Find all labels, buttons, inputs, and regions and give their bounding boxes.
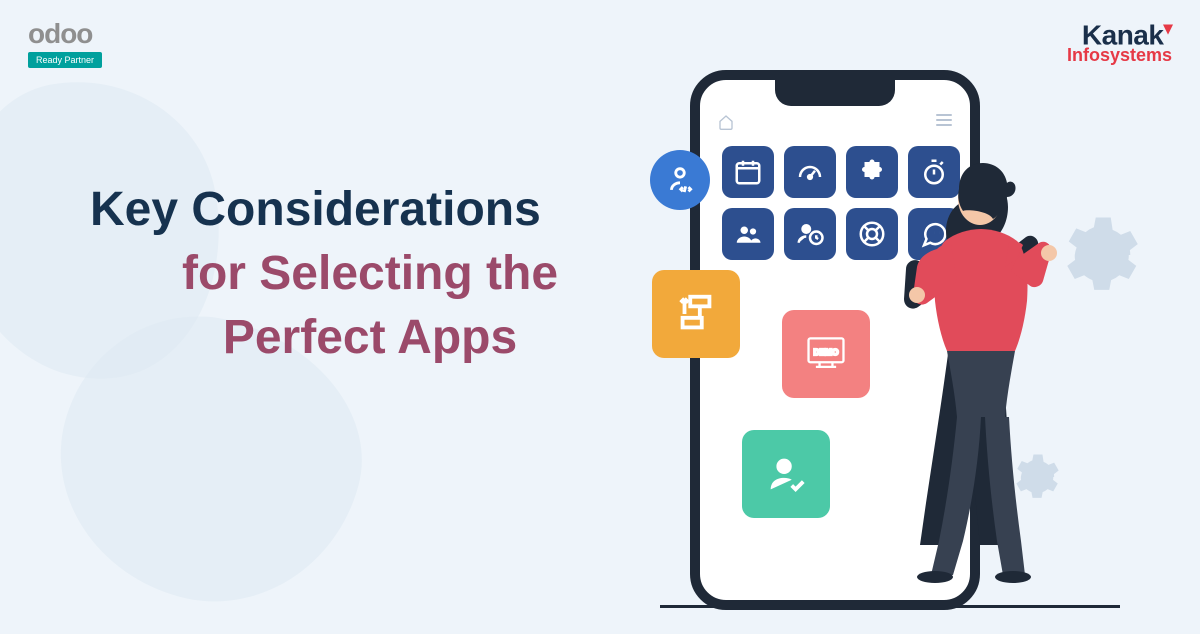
demo-icon: DEMO xyxy=(782,310,870,398)
ready-partner-badge: Ready Partner xyxy=(28,52,102,68)
gauge-icon xyxy=(784,146,836,198)
group-icon xyxy=(722,208,774,260)
home-icon xyxy=(718,114,734,135)
kanak-logo: Kanak▾ Infosystems xyxy=(1067,18,1172,66)
headline-line1: Key Considerations xyxy=(90,180,650,240)
svg-text:DEMO: DEMO xyxy=(814,348,839,357)
flowchart-icon xyxy=(652,270,740,358)
kanak-subtext: Infosystems xyxy=(1067,45,1172,66)
calendar-icon xyxy=(722,146,774,198)
dev-user-icon xyxy=(650,150,710,210)
time-user-icon xyxy=(784,208,836,260)
odoo-wordmark: odoo xyxy=(28,18,102,50)
phone-header xyxy=(700,114,970,135)
headline-line2: for Selecting the xyxy=(90,244,650,304)
ground-line xyxy=(660,605,1120,608)
hamburger-icon xyxy=(936,114,952,135)
headline-line3: Perfect Apps xyxy=(90,308,650,368)
person-illustration xyxy=(875,145,1095,585)
headline: Key Considerations for Selecting the Per… xyxy=(90,180,650,368)
user-check-icon xyxy=(742,430,830,518)
phone-notch xyxy=(775,80,895,106)
odoo-logo: odoo Ready Partner xyxy=(28,18,102,68)
